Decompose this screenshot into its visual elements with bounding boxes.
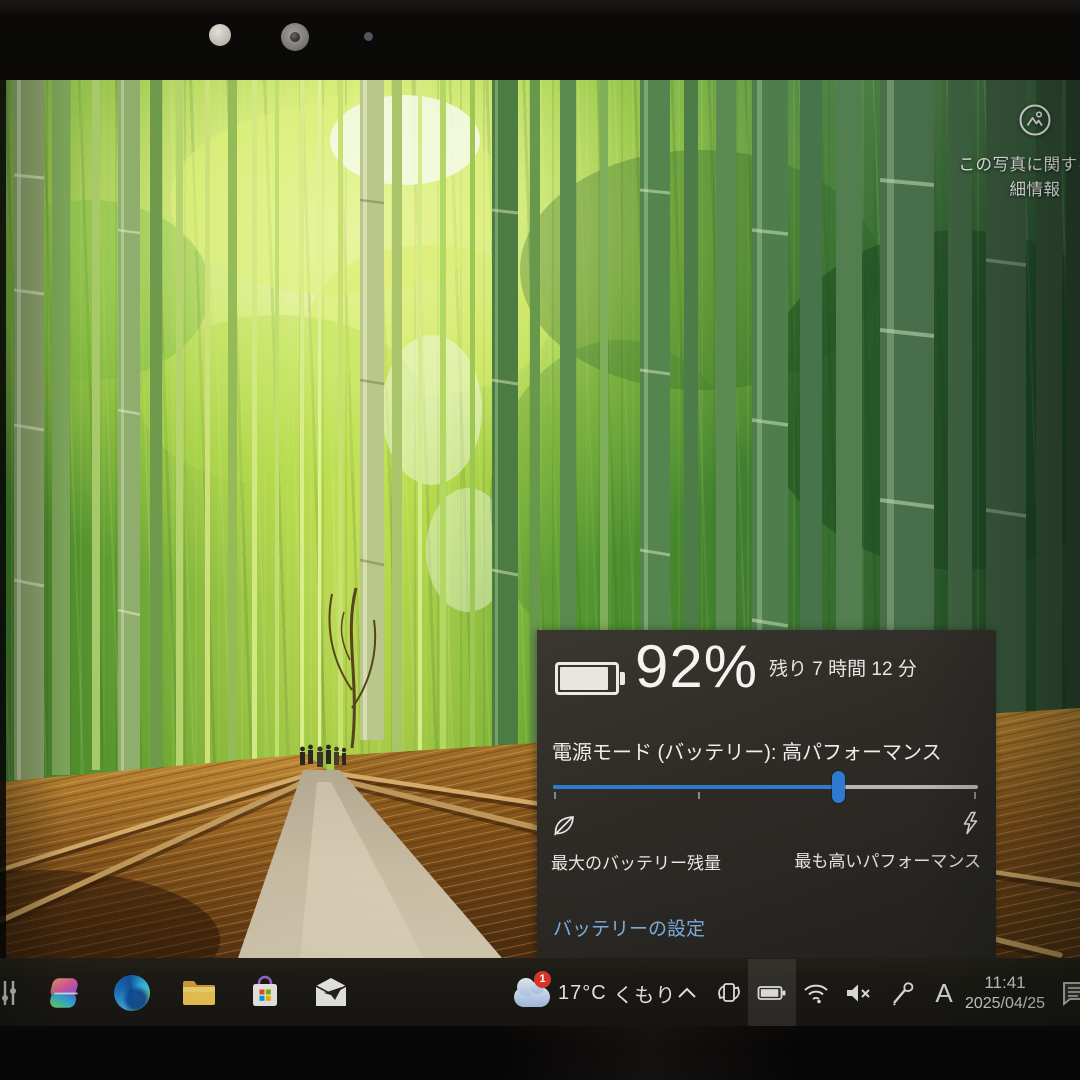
tray-clock[interactable]: 11:41 2025/04/25 xyxy=(962,959,1048,1026)
action-center-icon xyxy=(1060,979,1080,1007)
slider-tick-0 xyxy=(554,792,556,799)
battery-percent: 92% xyxy=(635,632,758,701)
copilot-app-icon[interactable] xyxy=(46,959,86,1026)
spotlight-photo-info[interactable]: この写真に関する詳細情報 xyxy=(955,102,1080,203)
battery-saver-label: 最大のバッテリー残量 xyxy=(551,849,721,874)
notification-badge: 1 xyxy=(534,971,551,988)
best-performance-label: 最も高いパフォーマンス xyxy=(794,847,981,872)
slider-track-fill xyxy=(553,785,838,789)
mail-app-icon[interactable] xyxy=(311,959,351,1026)
weather-widget[interactable]: 1 xyxy=(506,959,558,1026)
slider-thumb[interactable] xyxy=(832,771,845,803)
leaf-icon xyxy=(551,812,577,838)
photo-info-label: この写真に関する詳細情報 xyxy=(955,153,1080,203)
battery-flyout: 92% 残り 7 時間 12 分 電源モード (バッテリー): 高パフォーマンス… xyxy=(537,630,996,958)
picture-icon xyxy=(1017,102,1053,143)
lightning-icon xyxy=(959,810,981,836)
microsoft-store-app-icon[interactable] xyxy=(245,959,285,1026)
clock-date: 2025/04/25 xyxy=(965,994,1045,1014)
device-photo: この写真に関する詳細情報 92% 残り 7 時間 12 分 電源モード (バッテ… xyxy=(0,0,1080,1080)
ambient-sensor-dot xyxy=(209,24,231,46)
ir-sensor-dot xyxy=(364,32,373,41)
battery-large-icon xyxy=(555,662,619,695)
clock-time: 11:41 xyxy=(984,972,1025,993)
rotation-lock-icon xyxy=(714,978,744,1008)
best-performance-option[interactable]: 最も高いパフォーマンス xyxy=(794,810,981,872)
wifi-icon xyxy=(802,981,830,1005)
taskbar-left-partial-icon[interactable] xyxy=(0,959,20,1026)
weather-condition: くもり xyxy=(613,979,676,1008)
slider-tick-3 xyxy=(974,792,976,799)
taskbar: 1 17°C くもり xyxy=(0,958,1080,1026)
wifi-tray-icon[interactable] xyxy=(799,959,833,1026)
action-center-button[interactable] xyxy=(1058,959,1080,1026)
weather-text[interactable]: 17°C くもり xyxy=(558,959,676,1026)
screen: この写真に関する詳細情報 92% 残り 7 時間 12 分 電源モード (バッテ… xyxy=(0,80,1080,1026)
device-top-bezel xyxy=(0,0,1080,80)
weather-temperature: 17°C xyxy=(558,982,607,1005)
battery-saver-option[interactable]: 最大のバッテリー残量 xyxy=(551,812,721,874)
slider-tick-1 xyxy=(698,792,700,799)
cloudy-weather-icon xyxy=(514,987,550,1007)
tray-overflow-chevron[interactable] xyxy=(672,959,702,1026)
battery-remaining: 残り 7 時間 12 分 xyxy=(769,654,917,681)
chevron-up-icon xyxy=(677,987,697,999)
device-bottom-edge xyxy=(0,1026,1080,1080)
rotation-lock-tray-icon[interactable] xyxy=(712,959,746,1026)
power-mode-label: 電源モード (バッテリー): 高パフォーマンス xyxy=(552,736,942,765)
ime-mode-indicator[interactable]: A xyxy=(928,959,960,1026)
screen-left-edge xyxy=(0,80,6,1026)
volume-muted-icon xyxy=(844,981,872,1005)
battery-tray-icon[interactable] xyxy=(752,959,792,1026)
webcam-lens xyxy=(281,23,309,51)
volume-tray-icon[interactable] xyxy=(841,959,875,1026)
pen-tray-icon[interactable] xyxy=(886,959,920,1026)
edge-app-icon[interactable] xyxy=(112,959,152,1026)
power-mode-slider[interactable] xyxy=(553,770,978,804)
pen-icon xyxy=(889,979,917,1007)
battery-settings-link[interactable]: バッテリーの設定 xyxy=(553,914,705,941)
file-explorer-app-icon[interactable] xyxy=(179,959,219,1026)
